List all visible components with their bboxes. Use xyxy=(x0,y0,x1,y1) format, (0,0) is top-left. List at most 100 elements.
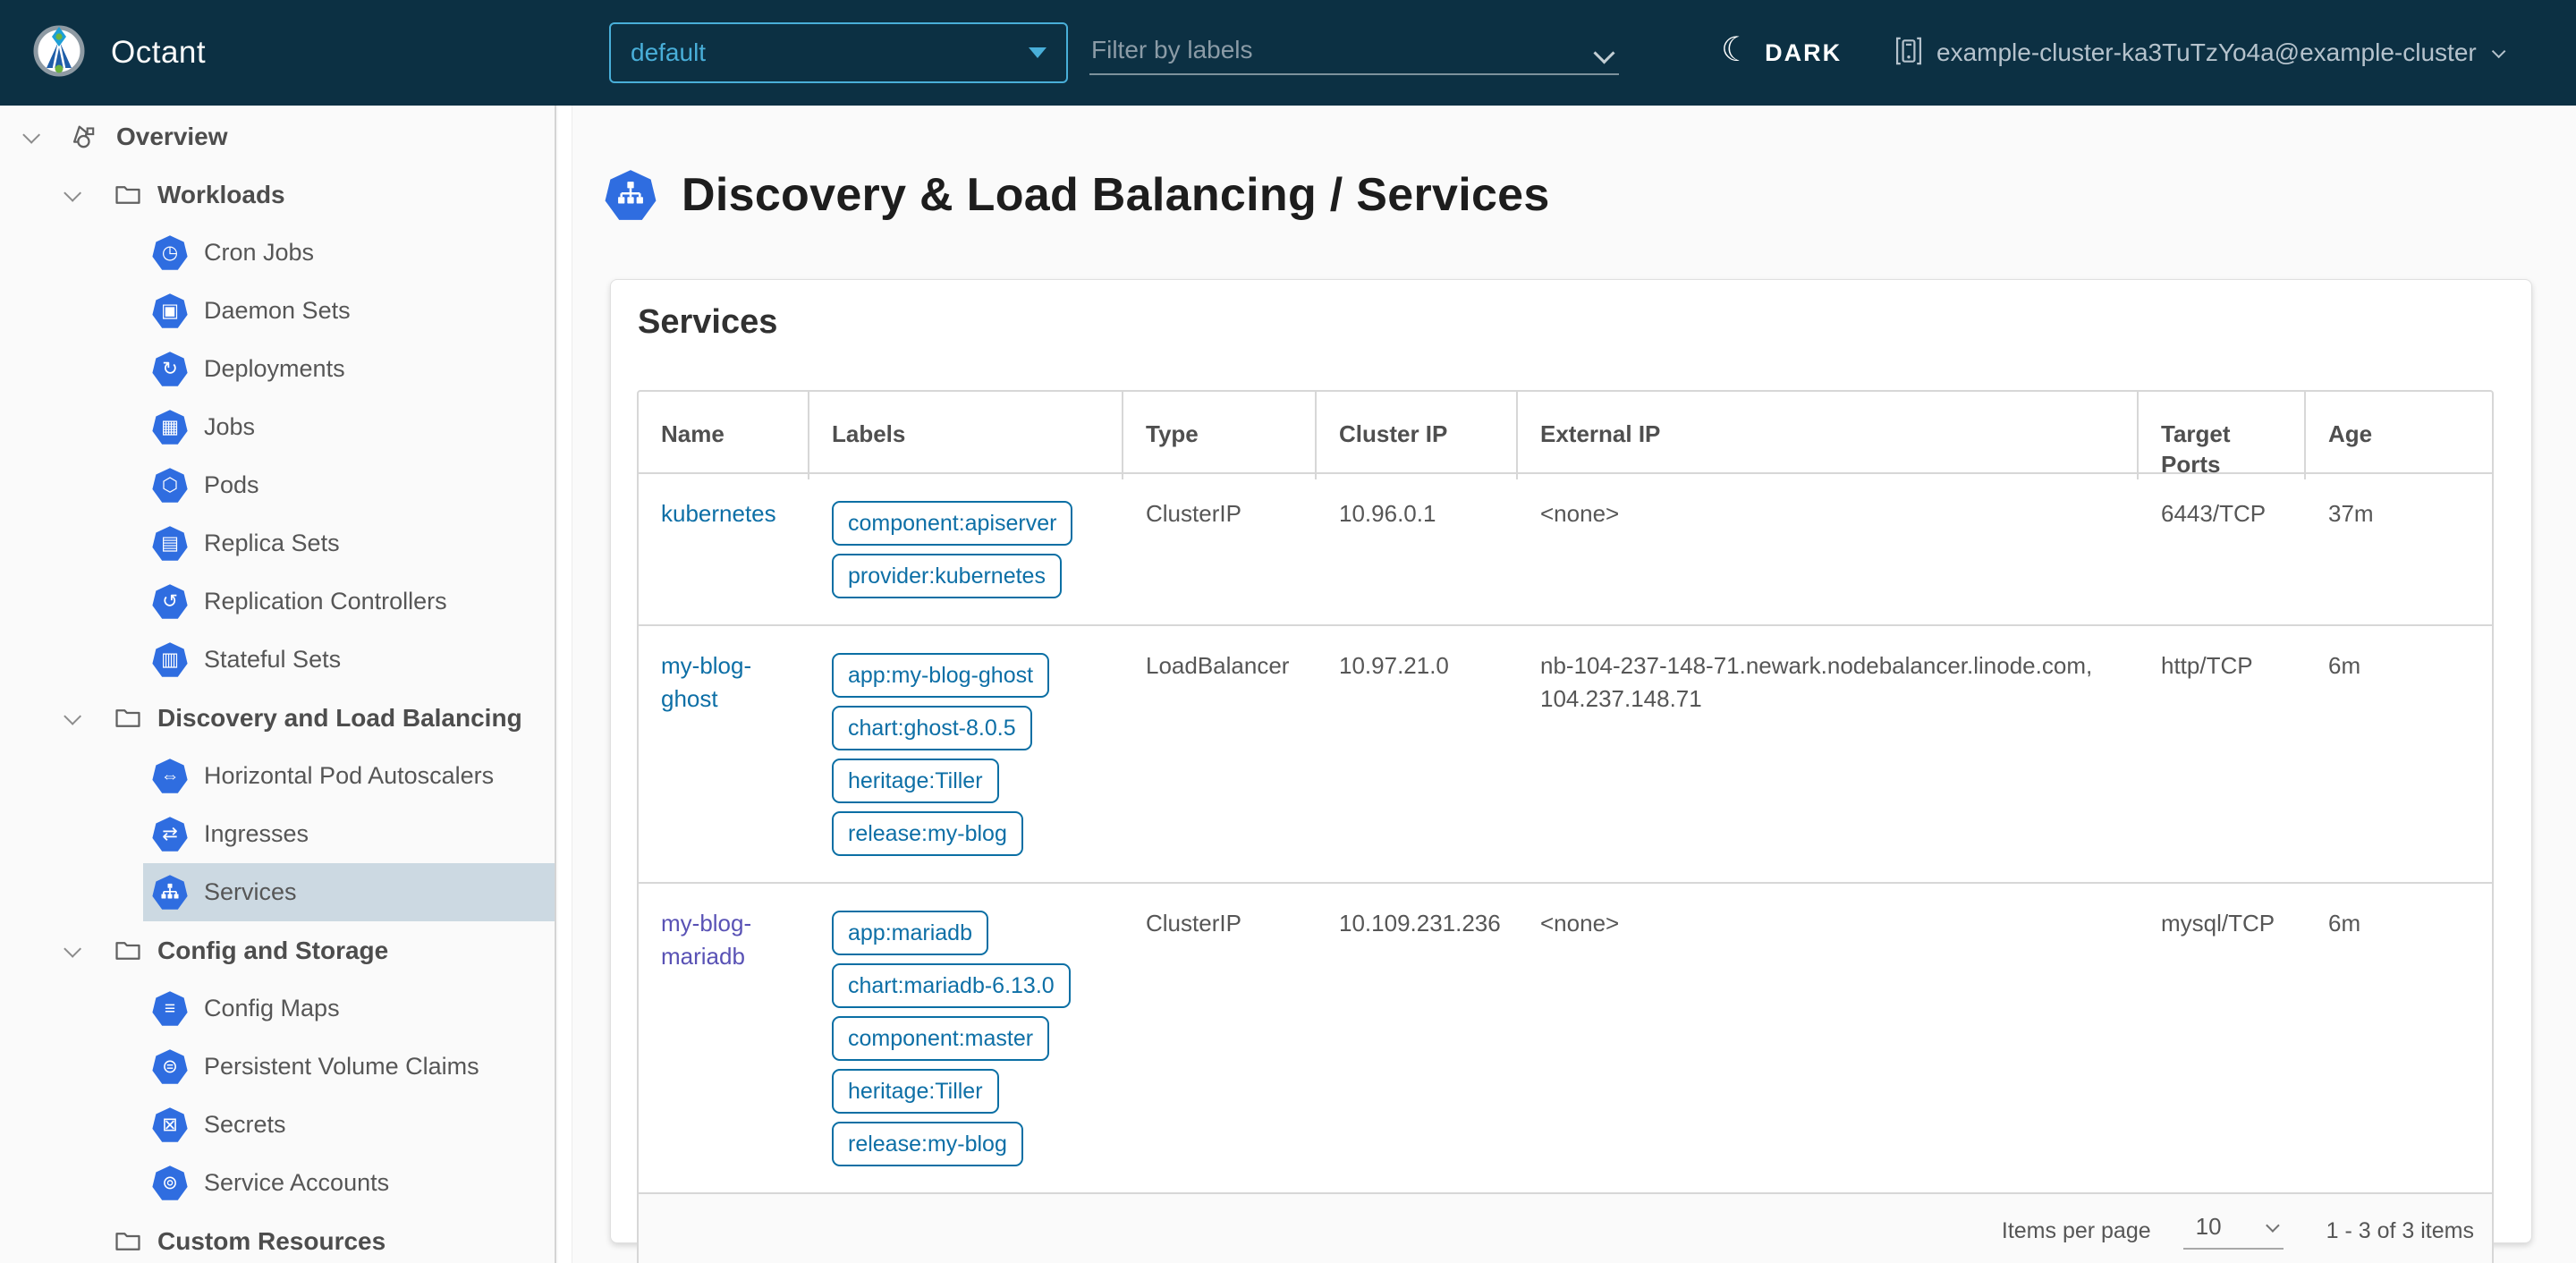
services-table: Name Labels Type Cluster IP External IP Targe… xyxy=(637,390,2494,1263)
pods-icon: ⬡ xyxy=(152,468,188,503)
table-footer: Items per page 10 1 - 3 of 3 items xyxy=(639,1194,2492,1263)
column-header-name: Name xyxy=(639,392,809,479)
namespace-select[interactable]: default xyxy=(609,22,1068,83)
sidebar-item-label: Stateful Sets xyxy=(204,646,342,673)
sidebar-item-label: Cron Jobs xyxy=(204,239,315,266)
services-icon xyxy=(152,875,188,910)
cluster-selector[interactable]: example-cluster-ka3TuTzYo4a@example-clus… xyxy=(1894,0,2506,106)
folder-icon xyxy=(113,180,143,210)
cell-target-ports: 6443/TCP xyxy=(2161,500,2267,527)
chevron-down-icon[interactable] xyxy=(18,125,41,144)
sidebar-item-label: Persistent Volume Claims xyxy=(204,1053,479,1080)
cell-type: LoadBalancer xyxy=(1146,652,1290,679)
chevron-down-icon[interactable] xyxy=(59,939,82,958)
sidebar-item-discovery-and-load-balancing[interactable]: Discovery and Load Balancing xyxy=(0,689,555,747)
jobs-icon: ▦ xyxy=(152,410,188,445)
label-pill[interactable]: release:my-blog xyxy=(832,1122,1023,1166)
caret-down-icon xyxy=(1029,47,1046,58)
label-pill[interactable]: heritage:Tiller xyxy=(832,759,999,803)
cell-target-ports: mysql/TCP xyxy=(2161,910,2275,937)
service-accounts-icon: ⊚ xyxy=(152,1166,188,1200)
app-header: Octant default Filter by labels ☾ DARK e… xyxy=(0,0,2576,106)
sidebar-item-label: Config and Storage xyxy=(157,936,389,964)
card-title: Services xyxy=(638,303,778,341)
chevron-down-icon xyxy=(1593,42,1615,64)
column-header-cluster-ip: Cluster IP xyxy=(1317,392,1518,479)
cell-name: my-blog-mariadb xyxy=(639,884,809,1192)
label-pill[interactable]: release:my-blog xyxy=(832,811,1023,856)
sidebar-scrollbar[interactable] xyxy=(558,106,572,1263)
sidebar-item-ingresses[interactable]: ⇄ Ingresses xyxy=(0,805,555,863)
sidebar-item-persistent-volume-claims[interactable]: ⊜ Persistent Volume Claims xyxy=(0,1038,555,1096)
sidebar-item-stateful-sets[interactable]: ▥ Stateful Sets xyxy=(0,631,555,689)
label-pill[interactable]: heritage:Tiller xyxy=(832,1069,999,1114)
label-pill[interactable]: chart:ghost-8.0.5 xyxy=(832,706,1032,750)
label-pill[interactable]: app:my-blog-ghost xyxy=(832,653,1050,698)
sidebar-item-label: Deployments xyxy=(204,355,345,382)
sidebar-item-jobs[interactable]: ▦ Jobs xyxy=(0,398,555,456)
sidebar-item-overview[interactable]: Overview xyxy=(0,107,555,165)
sidebar-item-daemon-sets[interactable]: ▣ Daemon Sets xyxy=(0,282,555,340)
service-link[interactable]: kubernetes xyxy=(661,500,776,527)
sidebar-item-label: Replica Sets xyxy=(204,530,340,556)
label-pill[interactable]: component:apiserver xyxy=(832,501,1073,546)
label-pill[interactable]: app:mariadb xyxy=(832,911,988,955)
sidebar-item-cron-jobs[interactable]: ◷ Cron Jobs xyxy=(0,224,555,282)
sidebar-item-deployments[interactable]: ↻ Deployments xyxy=(0,340,555,398)
sidebar-item-service-accounts[interactable]: ⊚ Service Accounts xyxy=(0,1154,555,1212)
items-per-page-select[interactable]: 10 xyxy=(2182,1212,2284,1250)
dark-mode-toggle[interactable]: ☾ DARK xyxy=(1721,0,1842,106)
sidebar-item-secrets[interactable]: ⊠ Secrets xyxy=(0,1096,555,1154)
cell-type: ClusterIP xyxy=(1146,500,1241,527)
main-content: Discovery & Load Balancing / Services Se… xyxy=(572,106,2576,1263)
cell-external-ip: <none> xyxy=(1540,910,1620,937)
folder-icon xyxy=(113,936,143,966)
sidebar-item-config-and-storage[interactable]: Config and Storage xyxy=(0,921,555,979)
table-row-kubernetes: kubernetes component:apiserver provider:ku… xyxy=(639,474,2492,626)
folder-icon xyxy=(113,703,143,733)
table-row-my-blog-mariadb: my-blog-mariadb app:mariadb chart:mariadb-… xyxy=(639,884,2492,1194)
sidebar-item-custom-resources[interactable]: Custom Resources xyxy=(0,1212,555,1263)
sidebar-item-label: Jobs xyxy=(204,413,256,440)
items-per-page-value: 10 xyxy=(2195,1212,2222,1240)
sidebar-item-replica-sets[interactable]: ▤ Replica Sets xyxy=(0,514,555,572)
label-pill[interactable]: provider:kubernetes xyxy=(832,554,1062,598)
label-filter-placeholder: Filter by labels xyxy=(1091,36,1253,64)
column-header-labels: Labels xyxy=(809,392,1123,479)
table-header-row: Name Labels Type Cluster IP External IP Targe… xyxy=(639,392,2492,479)
sidebar-item-pods[interactable]: ⬡ Pods xyxy=(0,456,555,514)
sidebar-item-label: Pods xyxy=(204,471,259,498)
label-pill[interactable]: component:master xyxy=(832,1016,1050,1061)
chevron-down-icon[interactable] xyxy=(59,707,82,725)
deployments-icon: ↻ xyxy=(152,352,188,386)
table-body: kubernetes component:apiserver provider:ku… xyxy=(639,474,2492,1194)
namespace-select-value: default xyxy=(631,38,707,66)
chevron-down-icon[interactable] xyxy=(59,183,82,202)
cell-age: 6m xyxy=(2328,910,2361,937)
sidebar-item-replication-controllers[interactable]: ↺ Replication Controllers xyxy=(0,572,555,631)
sidebar-item-horizontal-pod-autoscalers[interactable]: ⇔ Horizontal Pod Autoscalers xyxy=(0,747,555,805)
sidebar-item-label: Discovery and Load Balancing xyxy=(157,703,522,732)
sidebar-item-config-maps[interactable]: ≡ Config Maps xyxy=(0,979,555,1038)
sidebar-item-services[interactable]: Services xyxy=(0,863,555,921)
label-filter-input[interactable]: Filter by labels xyxy=(1089,29,1619,75)
sidebar-item-label: Config Maps xyxy=(204,995,340,1021)
horizontal-pod-autoscalers-icon: ⇔ xyxy=(152,759,188,793)
sidebar-item-label: Overview xyxy=(116,122,228,150)
sidebar-item-workloads[interactable]: Workloads xyxy=(0,165,555,224)
folder-icon xyxy=(113,1226,143,1257)
service-link[interactable]: my-blog-ghost xyxy=(661,652,751,712)
cell-labels: app:mariadb chart:mariadb-6.13.0 component… xyxy=(809,884,1123,1192)
sidebar-item-label: Ingresses xyxy=(204,820,309,847)
sidebar-item-label: Services xyxy=(204,878,297,905)
overview-icon xyxy=(68,122,98,152)
cluster-name: example-cluster-ka3TuTzYo4a@example-clus… xyxy=(1936,38,2477,66)
label-pill[interactable]: chart:mariadb-6.13.0 xyxy=(832,963,1071,1008)
service-link[interactable]: my-blog-mariadb xyxy=(661,910,751,970)
table-row-my-blog-ghost: my-blog-ghost app:my-blog-ghost chart:ghos… xyxy=(639,626,2492,884)
chevron-down-icon xyxy=(2265,1217,2280,1233)
replication-controllers-icon: ↺ xyxy=(152,584,188,619)
moon-icon: ☾ xyxy=(1721,31,1752,69)
cell-name: my-blog-ghost xyxy=(639,626,809,882)
cell-name: kubernetes xyxy=(639,474,809,624)
